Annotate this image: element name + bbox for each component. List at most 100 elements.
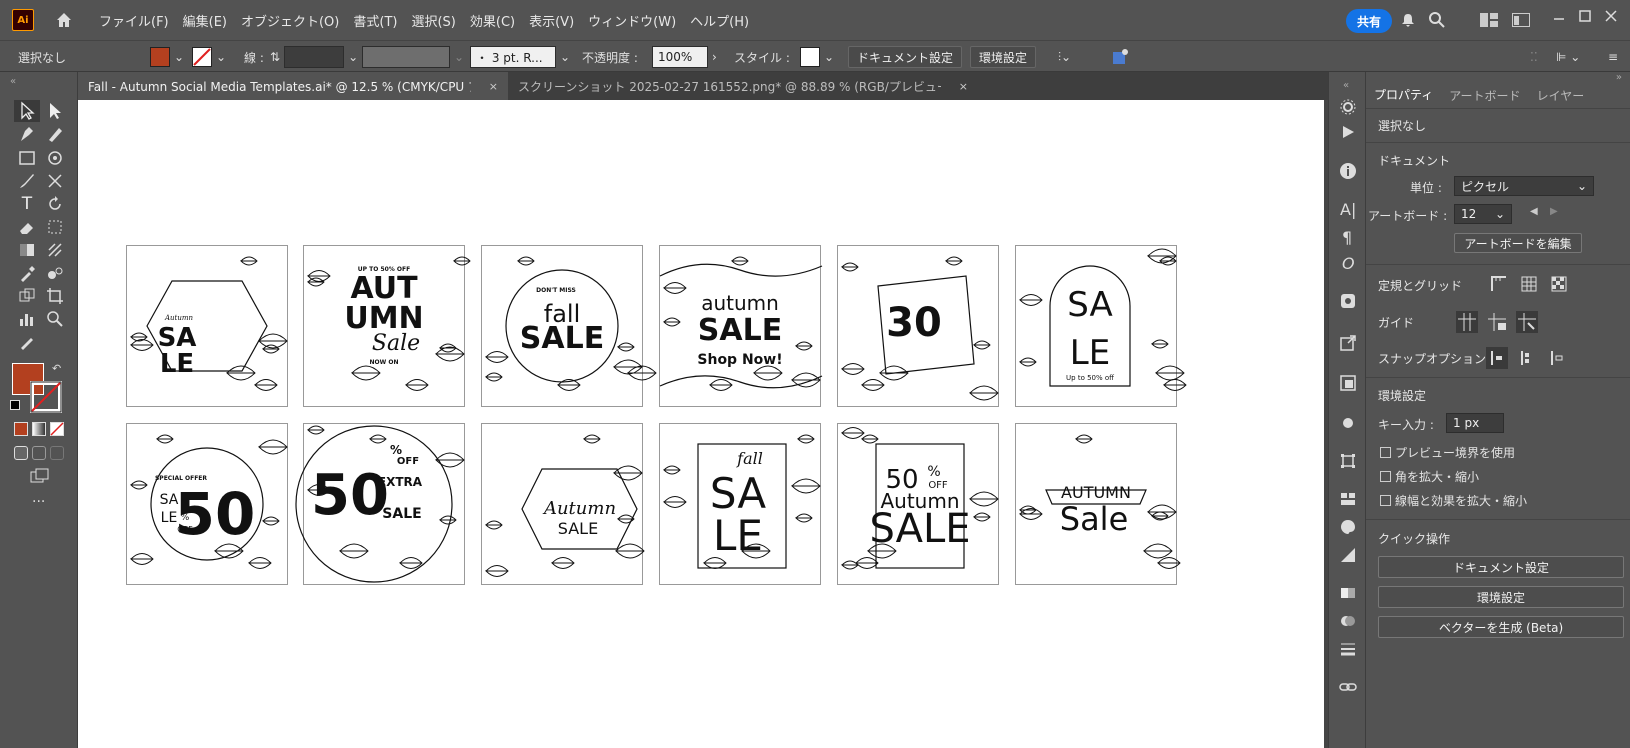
brightness-icon[interactable]	[1339, 414, 1357, 432]
align-icon[interactable]: ⊫ ⌄	[1556, 46, 1580, 68]
artboard-thumbnail[interactable]: 50% OFF Autumn SALE	[837, 423, 999, 585]
variable-width-select[interactable]: ⌄	[362, 46, 464, 68]
preview-bounds-checkbox[interactable]: プレビュー境界を使用	[1380, 444, 1515, 461]
scale-corners-checkbox[interactable]: 角を拡大・縮小	[1380, 468, 1479, 485]
minimize-icon[interactable]	[1552, 12, 1566, 26]
artboard-thumbnail[interactable]: UP TO 50% OFF AUT UMN Sale NOW ON	[303, 245, 471, 407]
lock-guides-icon[interactable]	[1486, 311, 1508, 333]
next-artboard-icon[interactable]: ▶	[1550, 206, 1558, 217]
rotate-tool-icon[interactable]	[44, 194, 66, 214]
ruler-icon[interactable]	[1490, 275, 1508, 293]
tab-fall-autumn[interactable]: Fall - Autumn Social Media Templates.ai*…	[78, 72, 508, 100]
swap-colors-icon[interactable]: ↶	[52, 362, 61, 375]
export-icon[interactable]	[1339, 334, 1357, 352]
menu-object[interactable]: オブジェクト(O)	[241, 11, 339, 30]
type-tool-icon[interactable]: T	[16, 194, 38, 214]
column-graph-tool-icon[interactable]	[16, 309, 38, 329]
draw-normal-icon[interactable]	[14, 446, 28, 460]
tab-properties[interactable]: プロパティ	[1366, 82, 1442, 108]
grid-icon[interactable]	[1520, 275, 1538, 293]
selection-tool-icon[interactable]	[16, 101, 38, 121]
draw-behind-icon[interactable]	[32, 446, 46, 460]
artboard-thumbnail[interactable]: AUTUMN Sale	[1015, 423, 1181, 585]
maximize-icon[interactable]	[1578, 9, 1592, 23]
stroke-swatch-control[interactable]: ⌄	[192, 46, 226, 68]
direct-selection-tool-icon[interactable]	[44, 101, 66, 121]
screen-mode-icon[interactable]	[30, 468, 50, 486]
symbol-sprayer-tool-icon[interactable]	[16, 286, 38, 306]
unit-select[interactable]: ピクセル ⌄	[1454, 176, 1594, 196]
free-transform-tool-icon[interactable]	[44, 217, 66, 237]
document-setup-button[interactable]: ドキュメント設定	[848, 46, 963, 68]
home-icon[interactable]	[54, 10, 74, 30]
tab-close-icon[interactable]: ×	[489, 80, 498, 93]
transparency-icon[interactable]	[1339, 612, 1357, 630]
workspace-icon[interactable]	[1480, 13, 1498, 27]
artboard-thumbnail[interactable]: AutumnSALE	[126, 245, 288, 407]
preferences-button[interactable]: 環境設定	[970, 46, 1037, 68]
color-guide-icon[interactable]	[1339, 546, 1357, 564]
eraser-tool-icon[interactable]	[16, 217, 38, 237]
fill-swatch-control[interactable]: ⌄	[150, 46, 184, 68]
stroke-color-swatch[interactable]	[30, 381, 62, 413]
color-mode-gradient[interactable]	[32, 422, 46, 436]
opacity-field[interactable]: 100% ›	[652, 46, 717, 68]
artboard-thumbnail[interactable]: fall SA LE	[659, 423, 821, 585]
menu-type[interactable]: 書式(T)	[353, 11, 397, 30]
artboard-select[interactable]: 12 ⌄	[1454, 204, 1512, 224]
artboard-thumbnail[interactable]: SA LE Up to 50% off	[1015, 245, 1187, 407]
transform-icon[interactable]: ⁚⁚	[1530, 46, 1538, 68]
prev-artboard-icon[interactable]: ◀	[1530, 206, 1538, 217]
align-options-icon[interactable]: ⫶⌄	[1058, 46, 1071, 68]
artboard-thumbnail[interactable]: autumn SALE Shop Now!	[659, 245, 823, 407]
draw-inside-icon[interactable]	[50, 446, 64, 460]
paragraph-icon[interactable]: ¶	[1342, 228, 1352, 247]
stroke-weight-field[interactable]: ⇅ ⌄	[270, 46, 358, 68]
scissors-tool-icon[interactable]	[44, 171, 66, 191]
blend-tool-icon[interactable]	[44, 263, 66, 283]
show-guides-icon[interactable]	[1456, 311, 1478, 333]
arrange-icon[interactable]	[1512, 13, 1530, 27]
default-colors-icon[interactable]	[10, 400, 20, 410]
canvas-area[interactable]: Autumn SA LE UP TO 50% OFF AUT UMN Sale NOW ON D…	[78, 100, 1342, 748]
color-palette-icon[interactable]	[1339, 518, 1357, 536]
qa-preferences-button[interactable]: 環境設定	[1378, 586, 1624, 608]
color-mode-none[interactable]	[50, 422, 64, 436]
tab-screenshot[interactable]: スクリーンショット 2025-02-27 161552.png* @ 88.89…	[508, 72, 978, 100]
artboard-thumbnail[interactable]: SPECIAL OFFER SA LE 50% OFF	[126, 423, 288, 585]
key-input-field[interactable]: 1 px	[1446, 413, 1504, 433]
eyedropper-tool-icon[interactable]	[16, 263, 38, 283]
character-icon[interactable]: A|	[1340, 200, 1356, 219]
edit-artboards-button[interactable]: アートボードを編集	[1454, 233, 1582, 253]
edit-toolbar-icon[interactable]	[16, 332, 38, 352]
bell-icon[interactable]	[1400, 12, 1416, 28]
snap-point-icon[interactable]	[1486, 347, 1508, 369]
snap-pixel-icon[interactable]	[1516, 347, 1538, 369]
menu-effect[interactable]: 効果(C)	[470, 11, 515, 30]
brush-select[interactable]: ・ 3 pt. R... ⌄	[470, 46, 570, 68]
shaper-tool-icon[interactable]	[44, 148, 66, 168]
close-icon[interactable]	[1604, 9, 1618, 23]
opentype-icon[interactable]: O	[1342, 254, 1355, 273]
links-icon[interactable]	[1339, 678, 1357, 696]
scale-strokes-checkbox[interactable]: 線幅と効果を拡大・縮小	[1380, 492, 1527, 509]
info-icon[interactable]	[1339, 162, 1357, 180]
smart-guides-icon[interactable]	[1516, 311, 1538, 333]
zoom-tool-icon[interactable]	[44, 309, 66, 329]
menu-file[interactable]: ファイル(F)	[99, 11, 169, 30]
recolor-icon[interactable]	[1110, 47, 1130, 67]
qa-vectorize-button[interactable]: ベクターを生成 (Beta)	[1378, 616, 1624, 638]
more-tools-icon[interactable]: ···	[32, 494, 45, 510]
snap-glyph-icon[interactable]	[1546, 347, 1568, 369]
libraries-icon[interactable]	[1339, 490, 1357, 508]
artboard-canvas[interactable]: Autumn SA LE UP TO 50% OFF AUT UMN Sale NOW ON D…	[78, 100, 1324, 748]
style-swatch[interactable]: ⌄	[800, 46, 834, 68]
gradient-panel-icon[interactable]	[1339, 584, 1357, 602]
artboard-thumbnail[interactable]: 30	[837, 245, 999, 407]
gear-icon[interactable]	[1339, 98, 1357, 116]
artboard-tool-icon[interactable]	[44, 286, 66, 306]
share-button[interactable]: 共有	[1346, 9, 1392, 33]
tab-close-icon[interactable]: ×	[959, 80, 968, 93]
stroke-panel-icon[interactable]	[1339, 640, 1357, 658]
artboard-thumbnail[interactable]: 50% OFF EXTRA SALE	[295, 423, 465, 585]
